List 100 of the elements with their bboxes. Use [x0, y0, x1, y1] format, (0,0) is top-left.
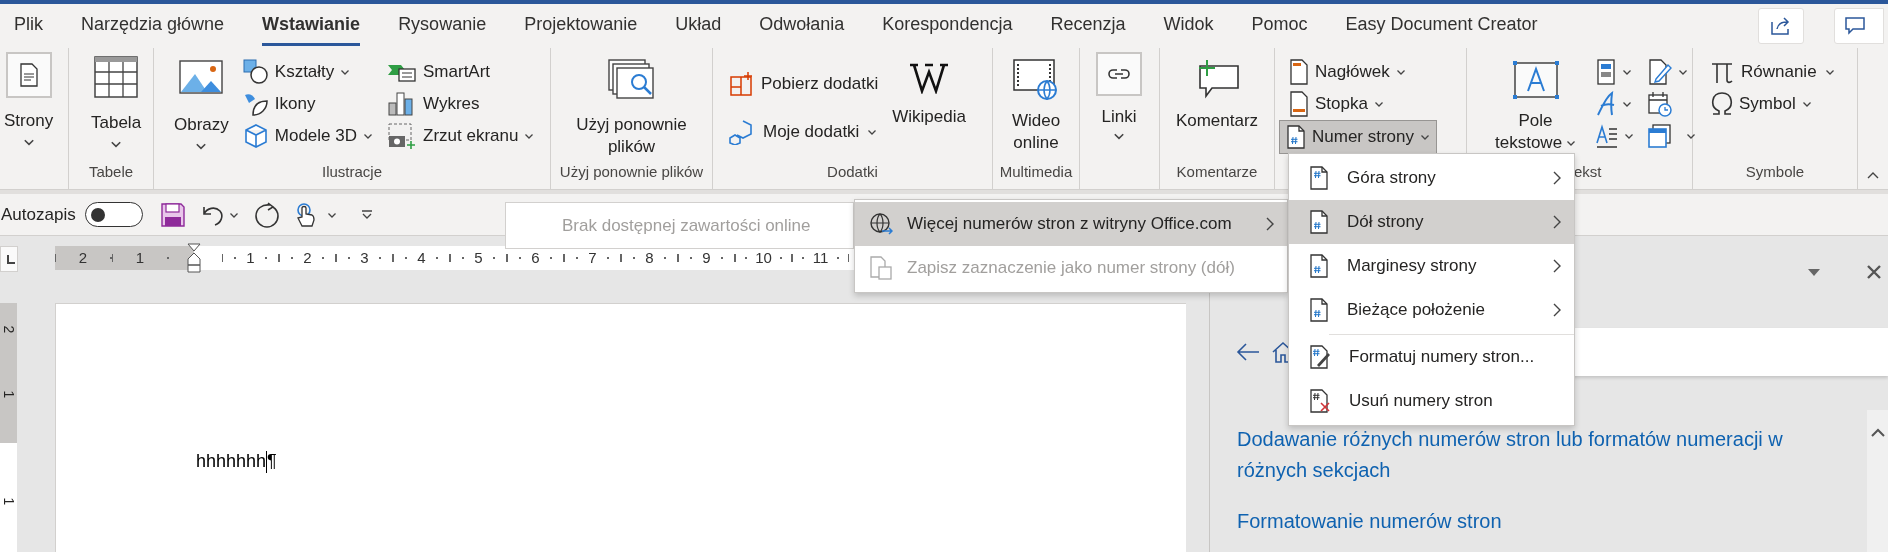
caret-icon: [340, 67, 351, 77]
touch-mode-button[interactable]: [294, 201, 337, 228]
camera-icon: [387, 122, 417, 150]
tab-selector-icon[interactable]: [0, 246, 18, 272]
redo-button[interactable]: [252, 200, 281, 229]
ruler-number: 6: [531, 247, 540, 268]
redo-icon: [253, 201, 280, 228]
smartart-button[interactable]: SmartArt: [383, 56, 539, 88]
page-number-button[interactable]: Numer strony: [1279, 120, 1438, 154]
screenshot-button[interactable]: Zrzut ekranu: [383, 120, 539, 152]
document-icon: [18, 63, 39, 87]
group-label: Komentarze: [1176, 163, 1258, 181]
footer-button[interactable]: Stopka: [1285, 88, 1438, 120]
ribbon-tab[interactable]: Narzędzia główne: [81, 6, 225, 46]
help-link[interactable]: Dodawanie różnych numerów stron lub formatów numeracji w różnych sekcjach: [1237, 424, 1851, 486]
menu-item[interactable]: Dół strony: [1289, 200, 1574, 244]
online-video-button[interactable]: Wideo online: [1007, 58, 1065, 154]
caret-icon: [363, 131, 373, 141]
ruler-number: 10: [755, 247, 772, 268]
ribbon-tab[interactable]: Pomoc: [1251, 6, 1308, 46]
ruler-number: 8: [645, 247, 654, 268]
autosave-label: Autozapis: [0, 203, 76, 226]
caret-icon: [1824, 67, 1835, 77]
comment-button[interactable]: Komentarz: [1171, 60, 1263, 132]
shapes-button[interactable]: Kształty: [238, 56, 377, 88]
ribbon-tab[interactable]: Widok: [1163, 6, 1214, 46]
document-parts-icon: [1596, 59, 1617, 85]
ribbon-tab[interactable]: Recenzja: [1050, 6, 1126, 46]
links-button[interactable]: Linki: [1096, 52, 1142, 142]
wikipedia-button[interactable]: Wikipedia: [888, 62, 970, 128]
ruler-number: 1: [246, 247, 255, 268]
caret-icon: [1686, 131, 1697, 141]
omega-icon: [1711, 92, 1733, 116]
menu-item[interactable]: Więcej numerów stron z witryny Office.com: [855, 202, 1287, 246]
ribbon-tab[interactable]: Easy Document Creator: [1345, 6, 1538, 46]
caret-icon: [1624, 131, 1635, 141]
group-label: Symbole: [1745, 163, 1805, 181]
share-button[interactable]: [1758, 8, 1804, 44]
caret-icon: [1622, 67, 1633, 77]
help-link[interactable]: Formatowanie numerów stron: [1237, 506, 1851, 537]
share-icon: [1770, 16, 1792, 36]
page-number-remove-icon: [1309, 389, 1331, 413]
drop-cap-icon: [1596, 123, 1619, 149]
ribbon-tab[interactable]: Układ: [675, 6, 722, 46]
get-add-ins-button[interactable]: Pobierz dodatki: [725, 68, 883, 100]
my-add-ins-button[interactable]: Moje dodatki: [725, 116, 883, 148]
ribbon-tab[interactable]: Odwołania: [759, 6, 845, 46]
save-page-icon: [869, 256, 893, 280]
body-text: hhhhhhh¶: [196, 449, 277, 475]
group-label: ekst: [1574, 163, 1602, 181]
menu-item[interactable]: Formatuj numery stron...: [1289, 335, 1574, 379]
autosave-toggle[interactable]: [84, 202, 143, 227]
pictures-button[interactable]: Obrazy: [170, 60, 233, 152]
link-icon: [1107, 66, 1131, 82]
chart-button[interactable]: Wykres: [383, 88, 539, 120]
comments-button[interactable]: [1834, 8, 1884, 44]
hand-pointer-icon: [294, 201, 317, 228]
add-ins-grid-icon: [729, 71, 755, 97]
ruler-number: 7: [588, 247, 597, 268]
reuse-files-button[interactable]: Użyj ponownie plików: [572, 58, 691, 158]
ribbon-tab[interactable]: Projektowanie: [524, 6, 638, 46]
back-arrow-icon: [1236, 342, 1260, 362]
speech-bubble-icon: [1845, 17, 1865, 35]
close-icon: [1867, 265, 1881, 279]
caret-icon: [1622, 99, 1633, 109]
wordart-icon: [1596, 91, 1617, 117]
text-box-button[interactable]: Pole tekstowe: [1491, 60, 1581, 154]
icons-button[interactable]: Ikony: [238, 88, 377, 120]
back-button[interactable]: [1236, 342, 1260, 362]
equation-button[interactable]: Równanie: [1707, 56, 1839, 88]
close-button[interactable]: [1866, 264, 1882, 280]
picture-icon: [179, 60, 224, 94]
menu-item[interactable]: Usuń numery stron: [1289, 379, 1574, 423]
document-pen-icon: [1648, 59, 1673, 85]
cube-icon: [242, 123, 269, 149]
ruler-number: 1: [135, 247, 145, 268]
page-number-icon: [1286, 125, 1306, 149]
pages-button[interactable]: Strony: [4, 52, 54, 148]
menu-item[interactable]: Góra strony: [1289, 156, 1574, 200]
caret-icon: [524, 131, 535, 141]
ruler-number: 4: [417, 247, 426, 268]
chevron-right-icon: [1552, 258, 1562, 274]
ruler-number: 11: [812, 247, 829, 268]
ribbon-tab[interactable]: Plik: [14, 6, 43, 46]
ribbon-tab[interactable]: Korespondencja: [882, 6, 1013, 46]
symbol-button[interactable]: Symbol: [1707, 88, 1839, 120]
header-page-icon: [1289, 59, 1309, 85]
menu-item[interactable]: Bieżące położenie: [1289, 288, 1574, 332]
header-button[interactable]: Nagłówek: [1285, 56, 1438, 88]
3d-models-button[interactable]: Modele 3D: [238, 120, 377, 152]
table-button[interactable]: Tabela: [87, 56, 146, 150]
ribbon-tab[interactable]: Rysowanie: [398, 6, 487, 46]
calendar-clock-icon: [1648, 91, 1673, 117]
menu-item[interactable]: Marginesy strony: [1289, 244, 1574, 288]
scrollbar[interactable]: [1867, 410, 1888, 552]
ruler-number: 3: [360, 247, 369, 268]
caret-icon: [867, 127, 878, 137]
table-icon: [94, 56, 139, 98]
save-button[interactable]: [158, 200, 187, 229]
footer-page-icon: [1289, 91, 1309, 117]
